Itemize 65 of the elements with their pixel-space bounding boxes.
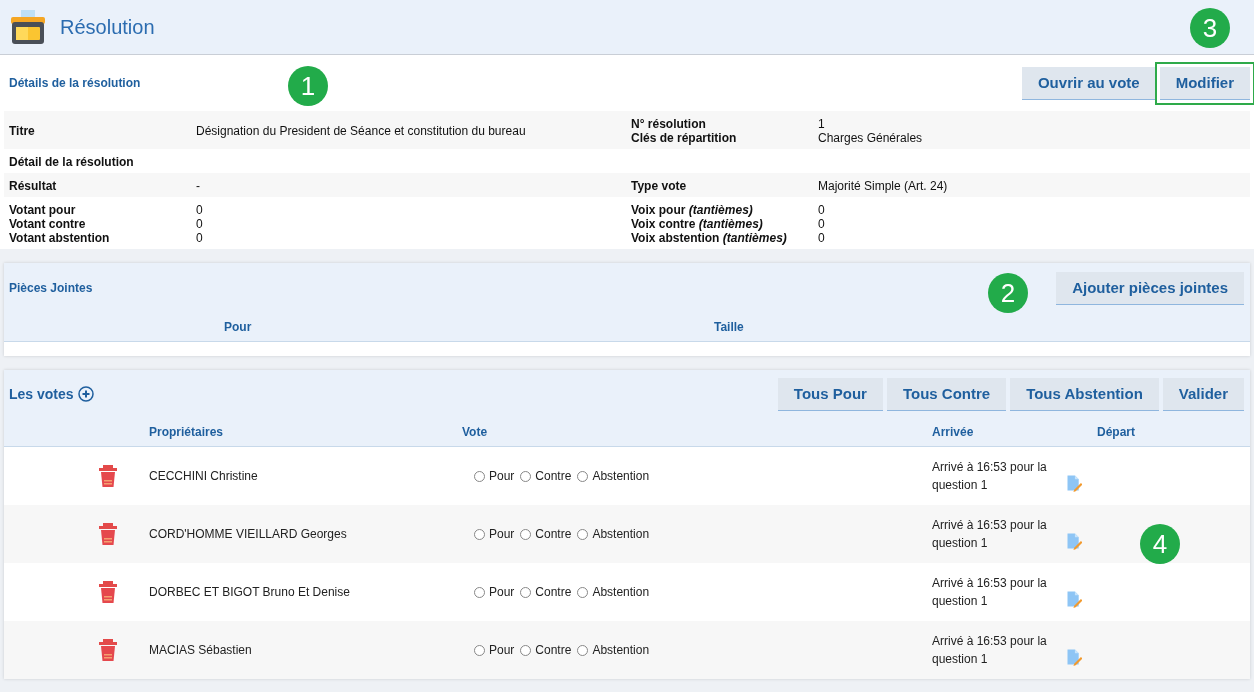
- action-button[interactable]: Valider: [1162, 377, 1244, 411]
- vote-radio[interactable]: Contre: [520, 585, 572, 599]
- field-label: Voix abstention (tantièmes): [631, 231, 788, 245]
- add-icon[interactable]: [77, 386, 94, 402]
- action-button[interactable]: Tous Pour: [777, 377, 883, 411]
- field-value: Majorité Simple (Art. 24): [818, 179, 949, 193]
- field-value: 1: [818, 117, 826, 131]
- trash-icon[interactable]: [99, 465, 117, 487]
- field-label: Type vote: [631, 179, 688, 193]
- field-value: -: [196, 179, 201, 193]
- column-header: Départ: [1097, 425, 1136, 439]
- field-value: Charges Générales: [818, 131, 924, 145]
- vote-radio[interactable]: Pour: [474, 469, 515, 483]
- column-header: Pour: [224, 320, 253, 334]
- vote-radio[interactable]: Pour: [474, 527, 515, 541]
- owner-name: MACIAS Sébastien: [149, 643, 253, 657]
- vote-radio[interactable]: Abstention: [577, 469, 650, 483]
- field-value: 0: [818, 231, 826, 245]
- field-label: Votant abstention: [9, 231, 111, 245]
- vote-radio[interactable]: Contre: [520, 643, 572, 657]
- action-button[interactable]: Tous Abstention: [1010, 377, 1159, 411]
- vote-radio[interactable]: Abstention: [577, 585, 650, 599]
- action-button[interactable]: Tous Contre: [886, 377, 1007, 411]
- field-label: Titre: [9, 124, 36, 138]
- field-value: 0: [196, 231, 204, 245]
- field-label: Résultat: [9, 179, 58, 193]
- vote-radio[interactable]: Contre: [520, 469, 572, 483]
- section-title: Les votes: [9, 386, 74, 402]
- arrival-text: Arrivé à 16:53 pour la question 1: [932, 459, 1048, 494]
- vote-radio[interactable]: Pour: [474, 643, 515, 657]
- field-label: Votant contre: [9, 217, 87, 231]
- trash-icon[interactable]: [99, 581, 117, 603]
- section-title: Détails de la résolution: [9, 76, 141, 90]
- page-title: Résolution: [60, 15, 155, 39]
- column-header: Taille: [714, 320, 745, 334]
- field-label: Voix contre (tantièmes): [631, 217, 764, 231]
- owner-name: DORBEC ET BIGOT Bruno Et Denise: [149, 585, 351, 599]
- field-label: N° résolution: [631, 117, 707, 131]
- field-label: Clés de répartition: [631, 131, 738, 145]
- column-header: Arrivée: [932, 425, 975, 439]
- owner-name: CECCHINI Christine: [149, 469, 259, 483]
- field-label: Détail de la résolution: [9, 155, 135, 169]
- arrival-text: Arrivé à 16:53 pour la question 1: [932, 633, 1048, 668]
- vote-radio[interactable]: Abstention: [577, 527, 650, 541]
- column-header: Vote: [462, 425, 489, 439]
- arrival-text: Arrivé à 16:53 pour la question 1: [932, 575, 1048, 610]
- vote-radio[interactable]: Pour: [474, 585, 515, 599]
- field-value: 0: [818, 203, 826, 217]
- ballot-box-icon: [10, 9, 46, 45]
- arrival-text: Arrivé à 16:53 pour la question 1: [932, 517, 1048, 552]
- field-label: Voix pour (tantièmes): [631, 203, 754, 217]
- field-label: Votant pour: [9, 203, 77, 217]
- vote-radio[interactable]: Contre: [520, 527, 572, 541]
- trash-icon[interactable]: [99, 523, 117, 545]
- owner-name: CORD'HOMME VIEILLARD Georges: [149, 527, 348, 541]
- field-value: 0: [196, 203, 204, 217]
- add-attachments-button[interactable]: Ajouter pièces jointes: [1056, 271, 1244, 305]
- trash-icon[interactable]: [99, 639, 117, 661]
- field-value: 0: [196, 217, 204, 231]
- column-header: Propriétaires: [149, 425, 225, 439]
- field-value: Désignation du President de Séance et constitution du bureau: [196, 124, 527, 138]
- section-title: Pièces Jointes: [9, 281, 93, 295]
- vote-radio[interactable]: Abstention: [577, 643, 650, 657]
- action-button[interactable]: Ouvrir au vote: [1021, 66, 1156, 100]
- field-value: 0: [818, 217, 826, 231]
